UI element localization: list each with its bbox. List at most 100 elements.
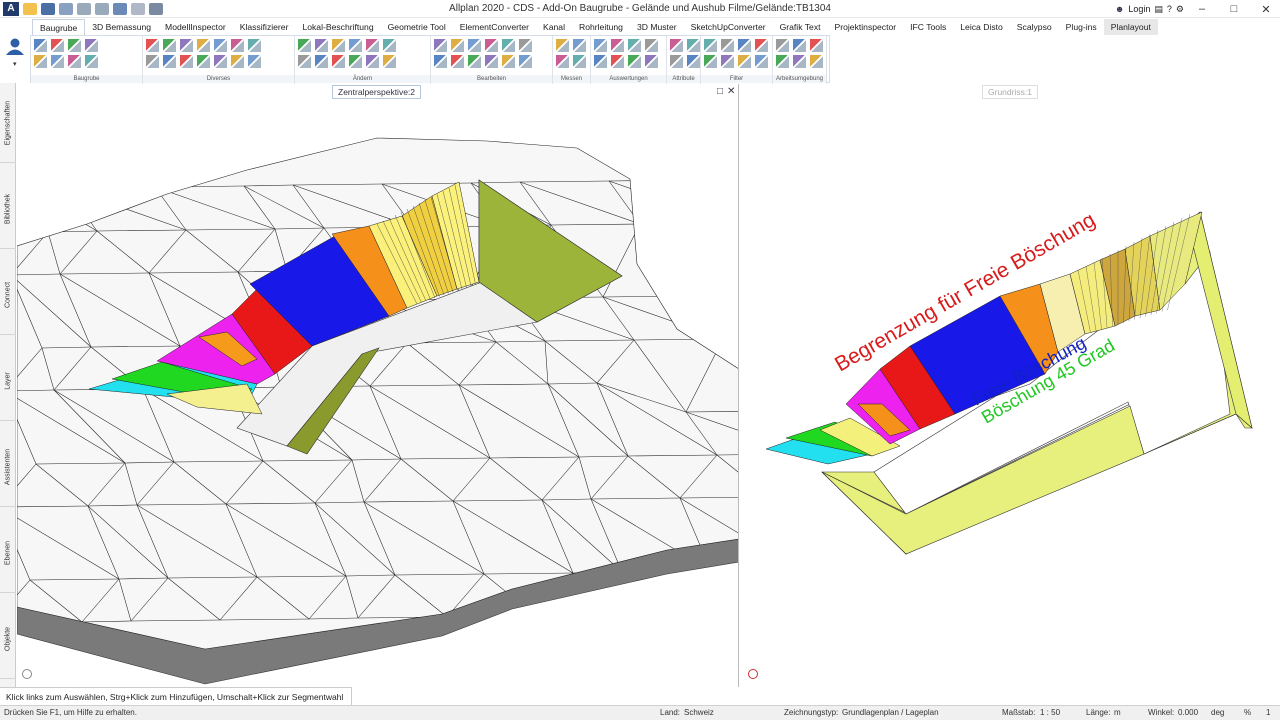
tool-icon[interactable]	[645, 39, 658, 52]
tool-icon[interactable]	[611, 39, 624, 52]
tool-icon[interactable]	[180, 39, 193, 52]
tool-icon[interactable]	[755, 55, 768, 68]
tab-kanal[interactable]: Kanal	[536, 19, 572, 35]
tool-icon[interactable]	[214, 39, 227, 52]
tool-icon[interactable]	[451, 55, 464, 68]
tool-icon[interactable]	[556, 55, 569, 68]
tool-icon[interactable]	[573, 55, 586, 68]
user-avatar-icon[interactable]: ▾	[0, 35, 30, 83]
tab-ifc-tools[interactable]: IFC Tools	[903, 19, 953, 35]
viewport-plan[interactable]: Begrenzung für Freie Böschung Freie Bösc…	[740, 84, 1280, 687]
tab-baugrube[interactable]: Baugrube	[32, 19, 86, 35]
tool-icon[interactable]	[468, 55, 481, 68]
tool-icon[interactable]	[68, 39, 81, 52]
plan-view[interactable]: Begrenzung für Freie Böschung Freie Bösc…	[740, 84, 1280, 687]
tool-icon[interactable]	[366, 55, 379, 68]
scale-value[interactable]: 1 : 50	[1040, 706, 1060, 720]
side-tab-connect[interactable]: Connect	[0, 255, 16, 335]
tab-modellinspector[interactable]: ModellInspector	[158, 19, 233, 35]
tool-icon[interactable]	[594, 39, 607, 52]
tool-icon[interactable]	[776, 55, 789, 68]
tool-icon[interactable]	[248, 39, 261, 52]
tab-plug-ins[interactable]: Plug-ins	[1059, 19, 1104, 35]
tool-icon[interactable]	[298, 55, 311, 68]
tool-icon[interactable]	[197, 39, 210, 52]
tool-icon[interactable]	[85, 39, 98, 52]
cube-icon[interactable]	[113, 2, 127, 15]
angle-value[interactable]: 0.000	[1178, 706, 1198, 720]
tool-icon[interactable]	[721, 39, 734, 52]
viewport-perspective[interactable]: Zentralperspektive:2 □ ✕	[17, 84, 739, 687]
tool-icon[interactable]	[738, 55, 751, 68]
tab-3d-bemassung[interactable]: 3D Bemassung	[85, 19, 158, 35]
tool-icon[interactable]	[793, 39, 806, 52]
tool-icon[interactable]	[332, 39, 345, 52]
length-value[interactable]: m	[1114, 706, 1121, 720]
side-tab-ebenen[interactable]: Ebenen	[0, 513, 16, 593]
angle-unit[interactable]: deg	[1211, 706, 1224, 720]
tool-icon[interactable]	[468, 39, 481, 52]
tool-icon[interactable]	[366, 39, 379, 52]
login-link[interactable]: Login	[1128, 4, 1150, 14]
tool-icon[interactable]	[628, 39, 641, 52]
tab-lokal-beschriftung[interactable]: Lokal-Beschriftung	[295, 19, 380, 35]
redo-icon[interactable]	[95, 2, 109, 15]
tool-icon[interactable]	[776, 39, 789, 52]
navigation-icon[interactable]	[22, 669, 32, 679]
tool-icon[interactable]	[810, 39, 823, 52]
tool-icon[interactable]	[34, 39, 47, 52]
tool-icon[interactable]	[434, 55, 447, 68]
tool-icon[interactable]	[146, 39, 159, 52]
tool-icon[interactable]	[704, 55, 717, 68]
tool-icon[interactable]	[721, 55, 734, 68]
tab-3d-muster[interactable]: 3D Muster	[630, 19, 684, 35]
tool-icon[interactable]	[594, 55, 607, 68]
minimize-button[interactable]: –	[1188, 3, 1216, 15]
tab-projektinspector[interactable]: Projektinspector	[828, 19, 904, 35]
tool-icon[interactable]	[451, 39, 464, 52]
tool-icon[interactable]	[298, 39, 311, 52]
viewport-title-plan[interactable]: Grundriss:1	[982, 85, 1038, 99]
tool-icon[interactable]	[315, 55, 328, 68]
side-tab-assistenten[interactable]: Assistenten	[0, 427, 16, 507]
side-tab-layer[interactable]: Layer	[0, 341, 16, 421]
tab-grafik-text[interactable]: Grafik Text	[773, 19, 828, 35]
tool-icon[interactable]	[670, 55, 683, 68]
tool-icon[interactable]	[34, 55, 47, 68]
tool-icon[interactable]	[163, 55, 176, 68]
tool-icon[interactable]	[755, 39, 768, 52]
side-tab-bibliothek[interactable]: Bibliothek	[0, 169, 16, 249]
tool-icon[interactable]	[68, 55, 81, 68]
tool-icon[interactable]	[434, 39, 447, 52]
tool-icon[interactable]	[163, 39, 176, 52]
tab-geometrie-tool[interactable]: Geometrie Tool	[381, 19, 453, 35]
tool-icon[interactable]	[810, 55, 823, 68]
tool-icon[interactable]	[51, 55, 64, 68]
tool-icon[interactable]	[485, 39, 498, 52]
tool-icon[interactable]	[704, 39, 717, 52]
save-icon[interactable]	[41, 2, 55, 15]
tool-icon[interactable]	[180, 55, 193, 68]
side-tab-eigenschaften[interactable]: Eigenschaften	[0, 83, 16, 163]
tool-icon[interactable]	[146, 55, 159, 68]
tool-icon[interactable]	[231, 39, 244, 52]
tool-icon[interactable]	[383, 55, 396, 68]
tool-icon[interactable]	[197, 55, 210, 68]
tool-icon[interactable]	[793, 55, 806, 68]
tool-icon[interactable]	[519, 39, 532, 52]
tool-icon[interactable]	[485, 55, 498, 68]
navigation-icon[interactable]	[748, 669, 758, 679]
terrain-3d-view[interactable]	[17, 84, 739, 687]
settings-icon[interactable]: ⚙	[1176, 4, 1184, 15]
viewport-title-perspective[interactable]: Zentralperspektive:2	[332, 85, 422, 99]
tool-icon[interactable]	[628, 55, 641, 68]
print-icon[interactable]	[59, 2, 73, 15]
tab-elementconverter[interactable]: ElementConverter	[453, 19, 536, 35]
open-icon[interactable]	[23, 2, 37, 15]
help-icon[interactable]: ?	[1167, 4, 1172, 14]
tool-icon[interactable]	[502, 55, 515, 68]
undo-icon[interactable]	[77, 2, 91, 15]
drawing-type-value[interactable]: Grundlagenplan / Lageplan	[842, 706, 939, 720]
tool-icon[interactable]	[85, 55, 98, 68]
side-tab-objekte[interactable]: Objekte	[0, 599, 16, 679]
